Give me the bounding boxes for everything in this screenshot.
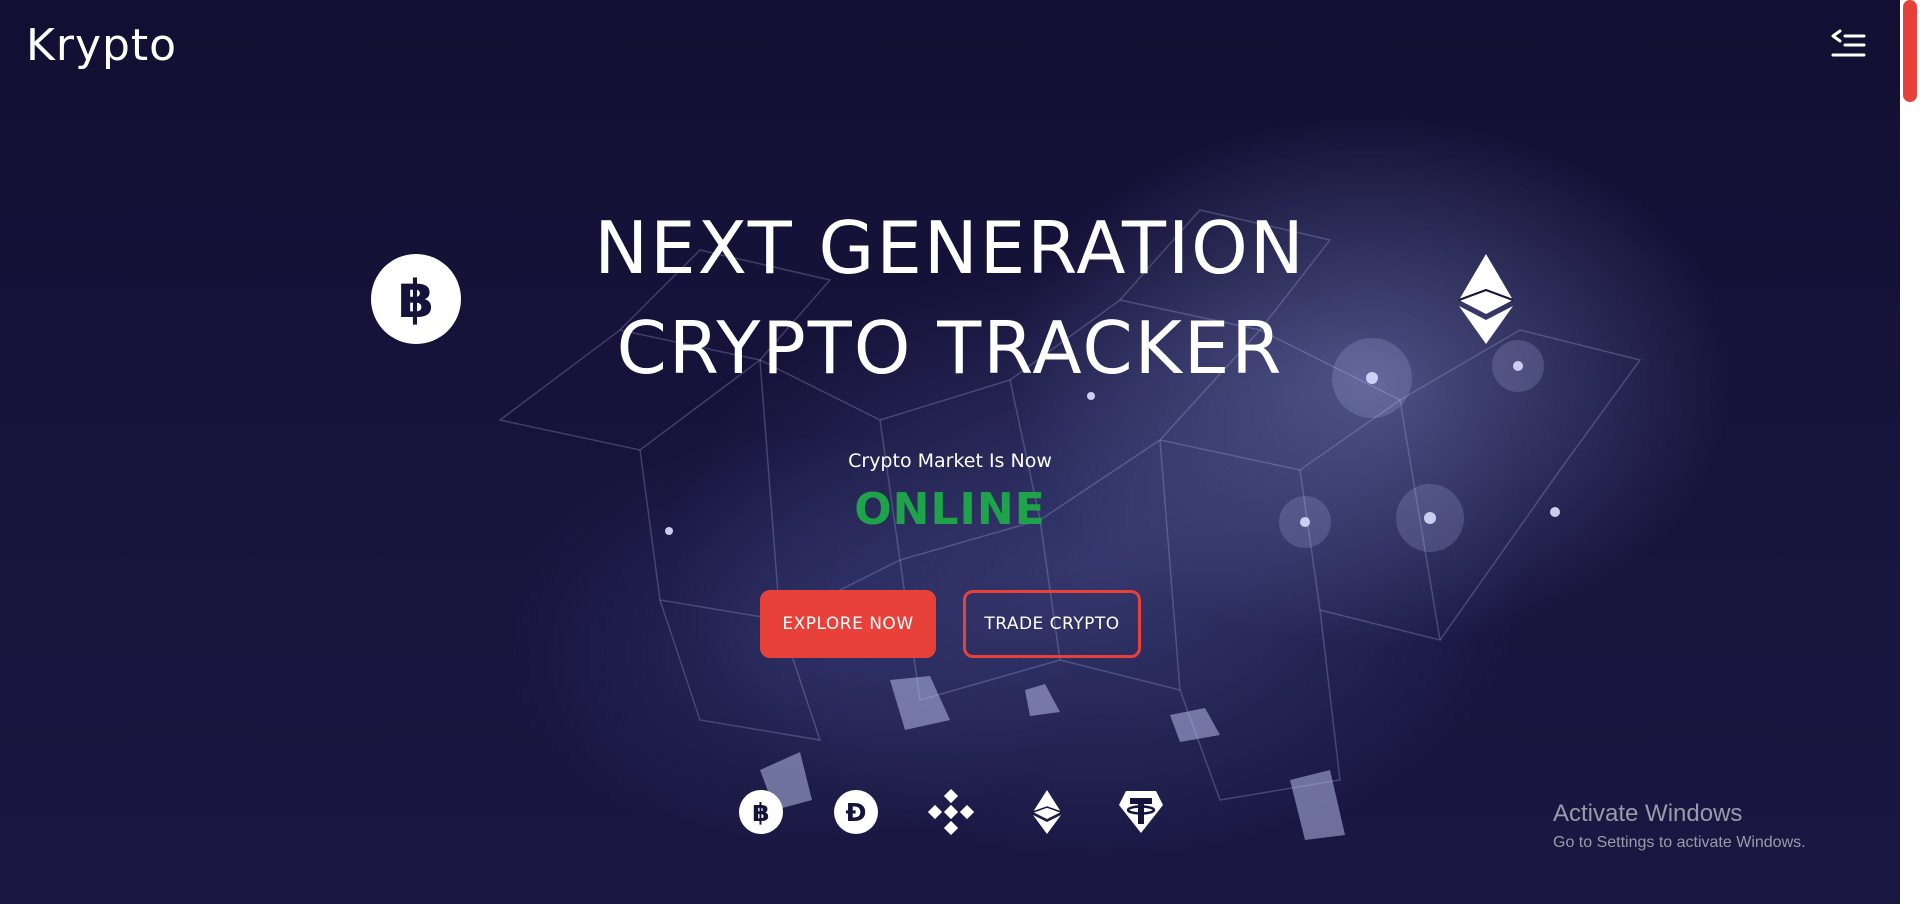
hero-title-line1: NEXT GENERATION xyxy=(594,206,1306,290)
hero-page: Krypto ฿ NEXT GENERATION CRYPTO TRACKER … xyxy=(0,0,1900,904)
windows-activation-watermark: Activate Windows Go to Settings to activ… xyxy=(1553,800,1806,852)
dogecoin-icon[interactable]: Ð xyxy=(833,789,879,835)
explore-now-button[interactable]: EXPLORE NOW xyxy=(760,590,936,658)
market-subtitle: Crypto Market Is Now xyxy=(848,450,1052,472)
binance-icon[interactable] xyxy=(927,788,975,836)
scrollbar-thumb[interactable] xyxy=(1903,0,1917,102)
bitcoin-icon[interactable]: ฿ xyxy=(738,789,784,835)
market-status: ONLINE xyxy=(854,484,1046,535)
menu-collapse-icon[interactable] xyxy=(1828,26,1868,62)
ethereum-icon[interactable] xyxy=(1032,789,1062,835)
tether-icon[interactable] xyxy=(1118,789,1164,835)
trade-crypto-button[interactable]: TRADE CRYPTO xyxy=(963,590,1141,658)
scrollbar-track[interactable] xyxy=(1900,0,1920,906)
svg-text:Ð: Ð xyxy=(846,798,867,827)
hero-title-line2: CRYPTO TRACKER xyxy=(616,306,1284,390)
brand-logo[interactable]: Krypto xyxy=(26,20,177,71)
watermark-subtitle: Go to Settings to activate Windows. xyxy=(1553,834,1806,851)
watermark-title: Activate Windows xyxy=(1553,800,1743,827)
svg-text:฿: ฿ xyxy=(752,798,769,827)
